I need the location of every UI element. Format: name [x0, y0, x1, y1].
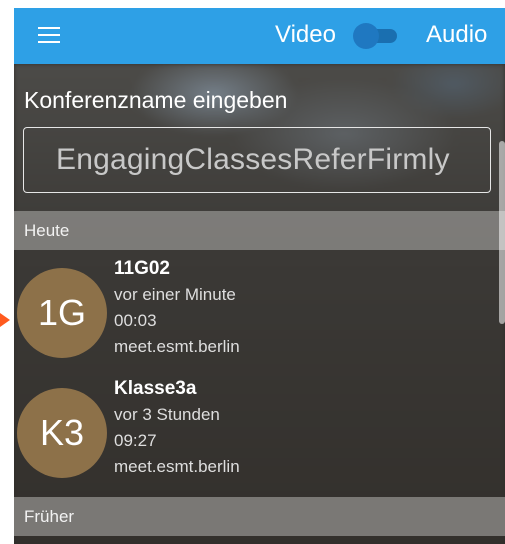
conference-time: vor 3 Stunden	[114, 405, 220, 424]
avatar: 1G	[17, 268, 107, 358]
app-screen: Video Audio Konferenzname eingeben Heute…	[14, 8, 505, 544]
conference-details: Klasse3a vor 3 Stunden 09:27 meet.esmt.b…	[114, 376, 240, 480]
toggle-thumb	[353, 23, 379, 49]
avatar: K3	[17, 388, 107, 478]
app-bar: Video Audio	[14, 8, 505, 64]
conference-server: meet.esmt.berlin	[114, 337, 240, 356]
room-name-input[interactable]	[23, 127, 491, 193]
menu-icon[interactable]	[38, 27, 60, 43]
video-label: Video	[275, 21, 336, 48]
welcome-content: Konferenzname eingeben Heute 1G 11G02 vo…	[14, 64, 505, 544]
conference-duration: 00:03	[114, 311, 157, 330]
room-name-prompt: Konferenzname eingeben	[24, 87, 288, 113]
recent-conference-item[interactable]: K3 Klasse3a vor 3 Stunden 09:27 meet.esm…	[14, 376, 505, 494]
conference-server: meet.esmt.berlin	[114, 457, 240, 476]
conference-details: 11G02 vor einer Minute 00:03 meet.esmt.b…	[114, 256, 240, 360]
section-header-today: Heute	[14, 211, 505, 250]
recent-conference-item[interactable]: 1G 11G02 vor einer Minute 00:03 meet.esm…	[14, 256, 505, 374]
audio-only-toggle[interactable]	[353, 23, 403, 49]
conference-duration: 09:27	[114, 431, 157, 450]
conference-name: 11G02	[114, 258, 170, 279]
page-edge-marker	[0, 313, 10, 327]
scrollbar[interactable]	[499, 141, 505, 324]
audio-label: Audio	[426, 21, 488, 48]
conference-name: Klasse3a	[114, 378, 197, 399]
section-header-earlier: Früher	[14, 497, 505, 536]
conference-time: vor einer Minute	[114, 285, 236, 304]
